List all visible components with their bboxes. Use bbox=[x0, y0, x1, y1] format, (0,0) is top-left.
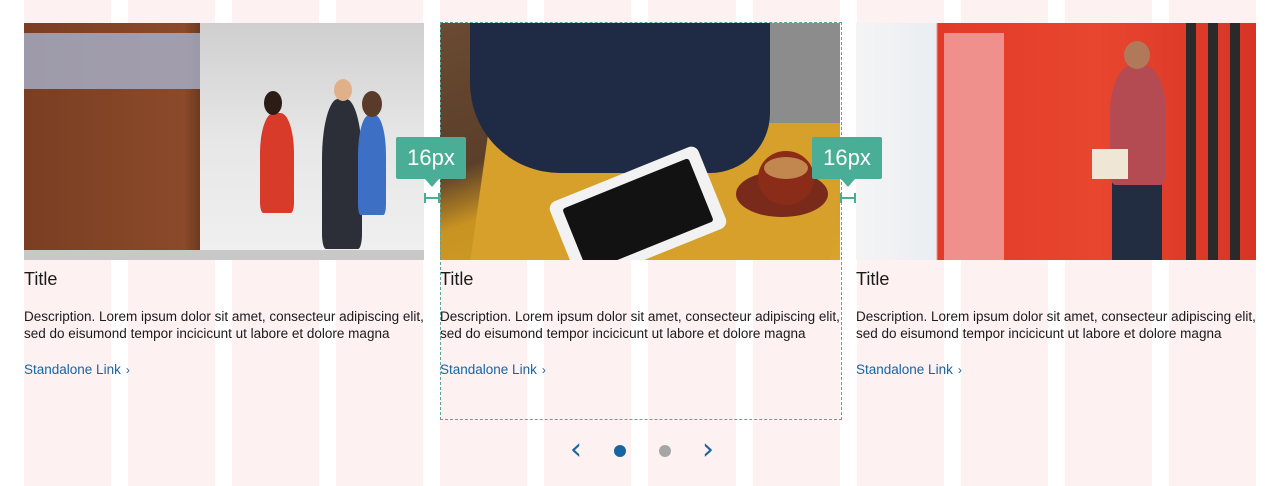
tablet-coffee-photo bbox=[440, 23, 840, 260]
spacing-annotation-label: 16px bbox=[812, 137, 882, 187]
card-title: Title bbox=[24, 269, 58, 289]
spacing-annotation-label: 16px bbox=[396, 137, 466, 187]
spacing-measure-icon bbox=[840, 193, 856, 203]
card-carousel: Title Description. Lorem ipsum dolor sit… bbox=[24, 22, 1256, 420]
card-description: Description. Lorem ipsum dolor sit amet,… bbox=[24, 309, 424, 341]
standalone-link[interactable]: Standalone Link › bbox=[24, 362, 130, 377]
card-title: Title bbox=[440, 269, 474, 289]
chevron-right-icon[interactable]: › bbox=[696, 435, 720, 465]
link-label: Standalone Link bbox=[440, 362, 537, 377]
carousel-card: Title Description. Lorem ipsum dolor sit… bbox=[856, 23, 1256, 418]
spacing-measure-icon bbox=[424, 193, 440, 203]
standalone-link[interactable]: Standalone Link › bbox=[440, 362, 546, 377]
link-label: Standalone Link bbox=[856, 362, 953, 377]
carousel-card-selected: Title Description. Lorem ipsum dolor sit… bbox=[440, 22, 842, 420]
carousel-card: Title Description. Lorem ipsum dolor sit… bbox=[24, 23, 424, 418]
office-meeting-photo bbox=[24, 23, 424, 260]
carousel-pagination: ‹ › bbox=[562, 435, 722, 466]
pagination-dot-active[interactable] bbox=[614, 445, 626, 457]
card-description: Description. Lorem ipsum dolor sit amet,… bbox=[856, 309, 1256, 341]
chevron-right-icon: › bbox=[125, 363, 130, 377]
link-label: Standalone Link bbox=[24, 362, 121, 377]
chevron-right-icon: › bbox=[541, 363, 546, 377]
chevron-left-icon[interactable]: ‹ bbox=[564, 435, 588, 465]
card-title: Title bbox=[856, 269, 890, 289]
standalone-link[interactable]: Standalone Link › bbox=[856, 362, 962, 377]
chevron-right-icon: › bbox=[957, 363, 962, 377]
man-walking-red-wall-photo bbox=[856, 23, 1256, 260]
pagination-dot[interactable] bbox=[659, 445, 671, 457]
card-description: Description. Lorem ipsum dolor sit amet,… bbox=[440, 309, 840, 341]
